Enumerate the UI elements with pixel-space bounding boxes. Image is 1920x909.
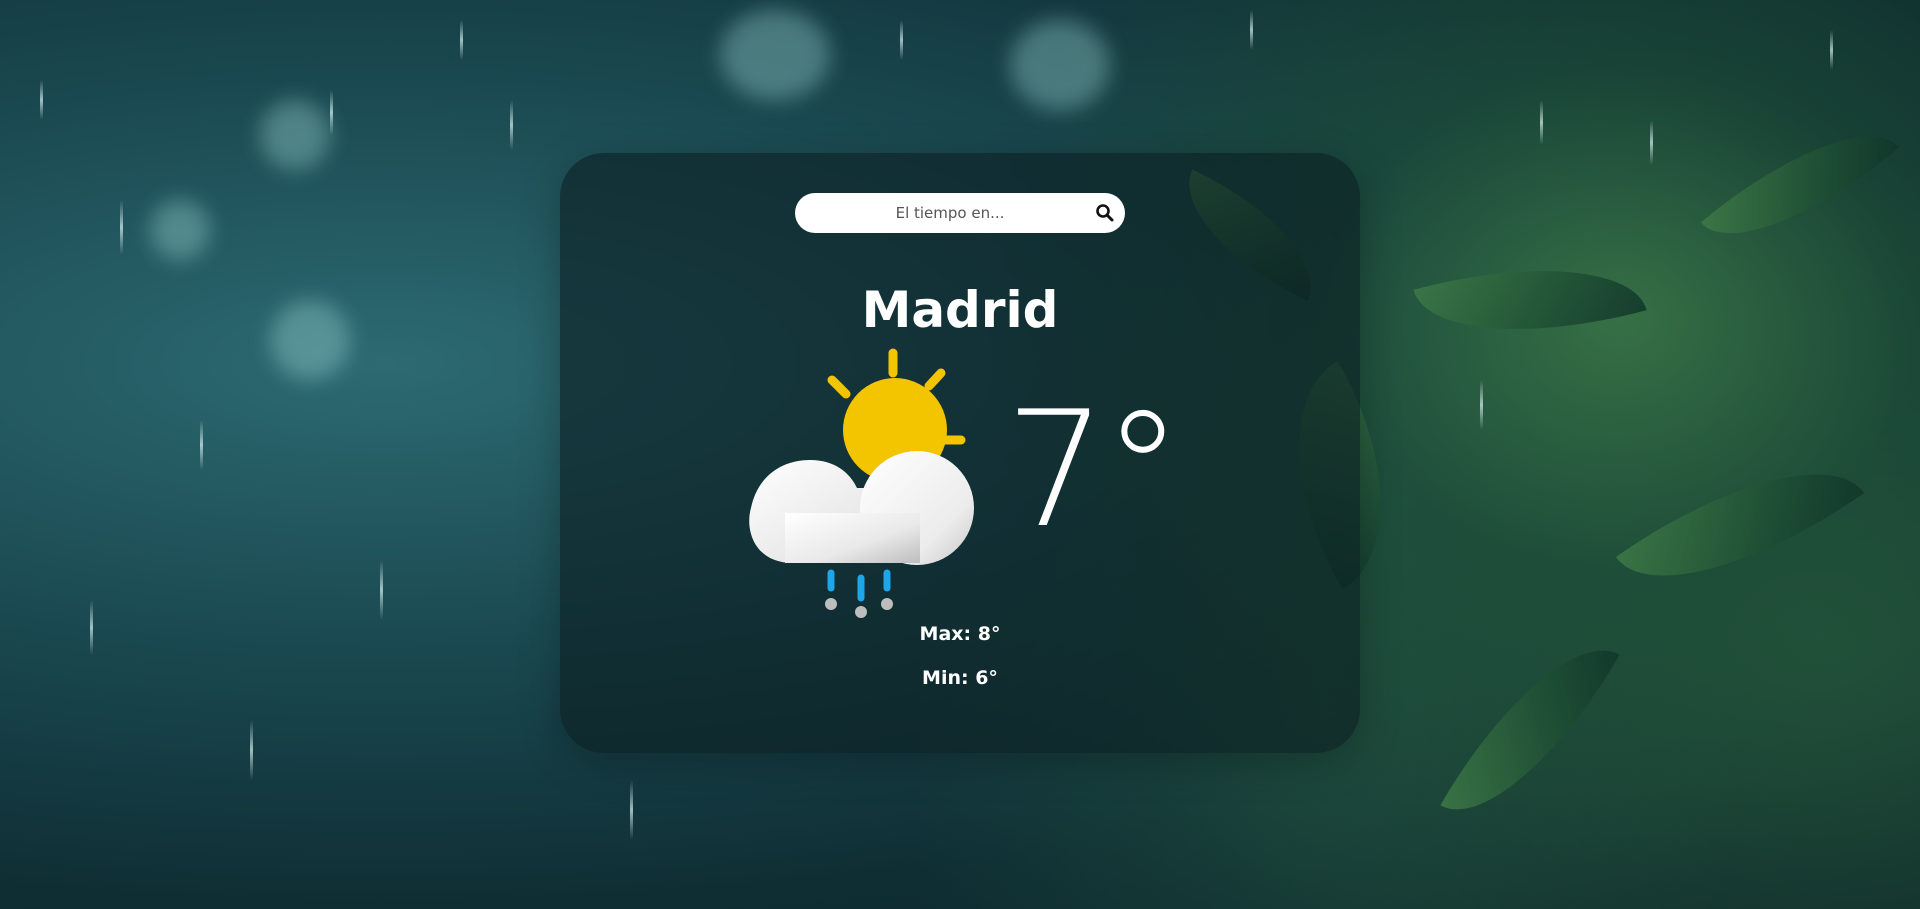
bokeh-light — [1010, 20, 1110, 110]
bokeh-light — [150, 200, 210, 260]
partly-cloudy-rain-icon — [749, 348, 974, 618]
current-temperature: 7° — [1005, 376, 1183, 563]
raindrop — [90, 600, 93, 655]
raindrop — [460, 20, 463, 60]
raindrop — [120, 200, 123, 255]
bokeh-light — [260, 100, 330, 170]
bokeh-light — [720, 10, 830, 100]
min-temperature: Min: 6° — [922, 667, 998, 689]
raindrop — [1540, 100, 1543, 145]
raindrop — [380, 560, 383, 620]
city-name: Madrid — [861, 281, 1059, 339]
raindrop — [1250, 10, 1253, 50]
raindrop — [1650, 120, 1653, 165]
raindrop — [1830, 30, 1833, 70]
hail-dots-icon — [825, 598, 893, 618]
search-input[interactable] — [815, 193, 1085, 233]
raindrop — [630, 780, 633, 840]
max-temperature: Max: 8° — [919, 623, 1001, 645]
rain-drops-icon — [827, 569, 891, 602]
raindrop — [40, 80, 43, 120]
raindrop — [510, 100, 513, 150]
search-icon[interactable] — [1095, 203, 1115, 223]
raindrop — [250, 720, 253, 780]
raindrop — [330, 90, 333, 135]
raindrop — [1480, 380, 1483, 430]
search-bar — [795, 193, 1125, 233]
raindrop — [900, 20, 903, 60]
raindrop — [200, 420, 203, 470]
bokeh-light — [270, 300, 350, 380]
